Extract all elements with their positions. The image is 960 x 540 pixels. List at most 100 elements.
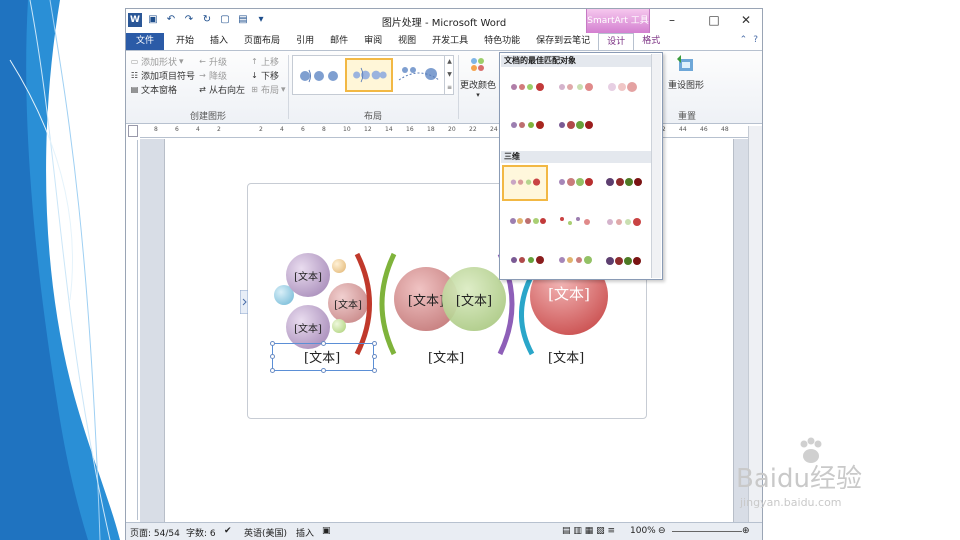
resize-handle[interactable] bbox=[270, 354, 275, 359]
status-language[interactable]: 英语(美国) bbox=[244, 526, 287, 539]
style-option-3d-6[interactable] bbox=[600, 205, 646, 241]
style-option-3d-1-selected[interactable] bbox=[502, 165, 548, 201]
reset-graphic-button[interactable]: 重设图形 bbox=[666, 55, 706, 91]
add-bullet-button[interactable]: ☷ 添加项目符号 bbox=[130, 69, 195, 82]
tab-review[interactable]: 审阅 bbox=[356, 33, 390, 50]
group-separator bbox=[458, 55, 459, 119]
tab-references[interactable]: 引用 bbox=[288, 33, 322, 50]
layout-option-1[interactable] bbox=[295, 58, 343, 92]
resize-handle[interactable] bbox=[270, 341, 275, 346]
ruler-mark: 2 bbox=[217, 126, 221, 133]
tab-special[interactable]: 特色功能 bbox=[476, 33, 528, 50]
group-label-reset: 重置 bbox=[678, 112, 697, 122]
ruler-mark: 20 bbox=[448, 126, 456, 133]
tab-save-to-cloud[interactable]: 保存到云笔记 bbox=[528, 33, 598, 50]
small-green-bubble bbox=[332, 319, 346, 333]
style-option-3d-7[interactable] bbox=[504, 243, 550, 279]
smartart-caption-1[interactable]: [文本] bbox=[304, 347, 340, 366]
zoom-in-icon[interactable]: ⊕ bbox=[742, 526, 750, 536]
word-window: W ▣ ↶ ↷ ↻ ▢ ▤ ▾ 图片处理 - Microsoft Word Sm… bbox=[125, 8, 763, 540]
zoom-out-icon[interactable]: ⊖ bbox=[658, 526, 666, 536]
help-icon[interactable]: ? bbox=[753, 35, 758, 45]
change-colors-button[interactable]: 更改颜色 ▾ bbox=[460, 55, 496, 99]
tab-format[interactable]: 格式 bbox=[634, 33, 668, 50]
status-mode[interactable]: 插入 bbox=[296, 526, 314, 539]
smartart-caption-3[interactable]: [文本] bbox=[548, 347, 584, 366]
layout-button[interactable]: ⊞ 布局 ▾ bbox=[250, 83, 285, 97]
style-option-best-1[interactable] bbox=[504, 71, 550, 107]
move-up-button[interactable]: ↑ 上移 bbox=[250, 55, 279, 68]
style-option-3d-5[interactable] bbox=[552, 205, 598, 241]
resize-handle[interactable] bbox=[372, 354, 377, 359]
small-orange-bubble bbox=[332, 259, 346, 273]
text-pane-button[interactable]: ▤ 文本窗格 bbox=[130, 83, 177, 96]
tab-developer[interactable]: 开发工具 bbox=[424, 33, 476, 50]
dropdown-scrollbar[interactable] bbox=[651, 54, 661, 278]
resize-handle[interactable] bbox=[372, 341, 377, 346]
demote-button[interactable]: → 降级 bbox=[198, 69, 227, 82]
move-down-button[interactable]: ↓ 下移 bbox=[250, 69, 279, 82]
close-button[interactable]: ✕ bbox=[736, 13, 756, 27]
layout-option-3[interactable] bbox=[395, 58, 443, 92]
style-option-3d-3[interactable] bbox=[600, 165, 646, 201]
ruler-mark: 16 bbox=[406, 126, 414, 133]
resize-handle[interactable] bbox=[372, 368, 377, 373]
style-option-best-5[interactable] bbox=[552, 109, 598, 145]
ruler-mark: 22 bbox=[469, 126, 477, 133]
change-colors-icon bbox=[471, 58, 484, 71]
group-label-layouts: 布局 bbox=[364, 112, 383, 122]
smartart-node-mid-2[interactable]: [文本] bbox=[442, 267, 506, 331]
tab-view[interactable]: 视图 bbox=[390, 33, 424, 50]
style-option-3d-8[interactable] bbox=[552, 243, 598, 279]
maximize-button[interactable]: □ bbox=[704, 13, 724, 27]
status-page[interactable]: 页面: 54/54 bbox=[130, 526, 180, 539]
add-shape-button[interactable]: ▭ 添加形状 ▾ bbox=[130, 55, 184, 69]
style-option-3d-4[interactable] bbox=[504, 205, 550, 241]
smartart-node-left-1[interactable]: [文本] bbox=[286, 253, 330, 297]
tab-selector[interactable] bbox=[128, 125, 138, 137]
smartart-caption-2[interactable]: [文本] bbox=[428, 347, 464, 366]
layouts-gallery-scroll[interactable]: ▲ ▼ ≡ bbox=[444, 55, 454, 95]
resize-handle[interactable] bbox=[321, 368, 326, 373]
promote-button[interactable]: ← 升级 bbox=[198, 55, 227, 68]
move-up-icon: ↑ bbox=[251, 57, 258, 66]
view-buttons[interactable]: ▤ ▥ ▦ ▧ ≡ bbox=[562, 526, 615, 536]
resize-handle[interactable] bbox=[321, 341, 326, 346]
tab-design[interactable]: 设计 bbox=[598, 33, 635, 50]
baidu-watermark: Baidu经验 jingyan.baidu.com bbox=[736, 437, 936, 516]
watermark-brand: Baidu经验 bbox=[736, 464, 862, 494]
proofing-icon[interactable]: ✔ bbox=[224, 526, 232, 536]
style-option-best-2[interactable] bbox=[552, 71, 598, 107]
macro-record-icon[interactable]: ▣ bbox=[322, 526, 331, 536]
ruler-mark: 24 bbox=[490, 126, 498, 133]
ribbon-design: ▭ 添加形状 ▾ ☷ 添加项目符号 ▤ 文本窗格 ← 升级 → 降级 ⇄ 从右向左 bbox=[126, 50, 762, 124]
resize-handle[interactable] bbox=[270, 368, 275, 373]
collapse-ribbon-icon[interactable]: ⌃ bbox=[740, 35, 748, 45]
tab-home[interactable]: 开始 bbox=[168, 33, 202, 50]
minimize-button[interactable]: – bbox=[662, 13, 682, 27]
text-pane-toggle[interactable] bbox=[240, 290, 248, 314]
ruler-mark: 4 bbox=[280, 126, 284, 133]
tab-file[interactable]: 文件 bbox=[126, 33, 165, 50]
style-option-3d-2[interactable] bbox=[552, 165, 598, 201]
zoom-slider[interactable] bbox=[672, 531, 742, 532]
tab-page-layout[interactable]: 页面布局 bbox=[236, 33, 288, 50]
style-option-best-3[interactable] bbox=[600, 71, 646, 107]
right-to-left-button[interactable]: ⇄ 从右向左 bbox=[198, 83, 245, 96]
layouts-gallery bbox=[292, 55, 454, 95]
ruler-mark: 12 bbox=[364, 126, 372, 133]
layout-option-2-selected[interactable] bbox=[345, 58, 393, 92]
layout-icon: ⊞ bbox=[251, 85, 258, 94]
smartart-tools-header: SmartArt 工具 bbox=[586, 9, 650, 33]
ruler-mark: 4 bbox=[196, 126, 200, 133]
status-zoom[interactable]: 100% bbox=[630, 526, 656, 536]
dropdown-section-best-match: 文档的最佳匹配对象 bbox=[501, 55, 652, 67]
status-words[interactable]: 字数: 6 bbox=[186, 526, 216, 539]
ruler-mark: 6 bbox=[175, 126, 179, 133]
tab-insert[interactable]: 插入 bbox=[202, 33, 236, 50]
tab-mailings[interactable]: 邮件 bbox=[322, 33, 356, 50]
style-option-3d-9[interactable] bbox=[600, 243, 646, 279]
move-down-icon: ↓ bbox=[251, 71, 258, 80]
add-shape-icon: ▭ bbox=[130, 57, 139, 66]
style-option-best-4[interactable] bbox=[504, 109, 550, 145]
